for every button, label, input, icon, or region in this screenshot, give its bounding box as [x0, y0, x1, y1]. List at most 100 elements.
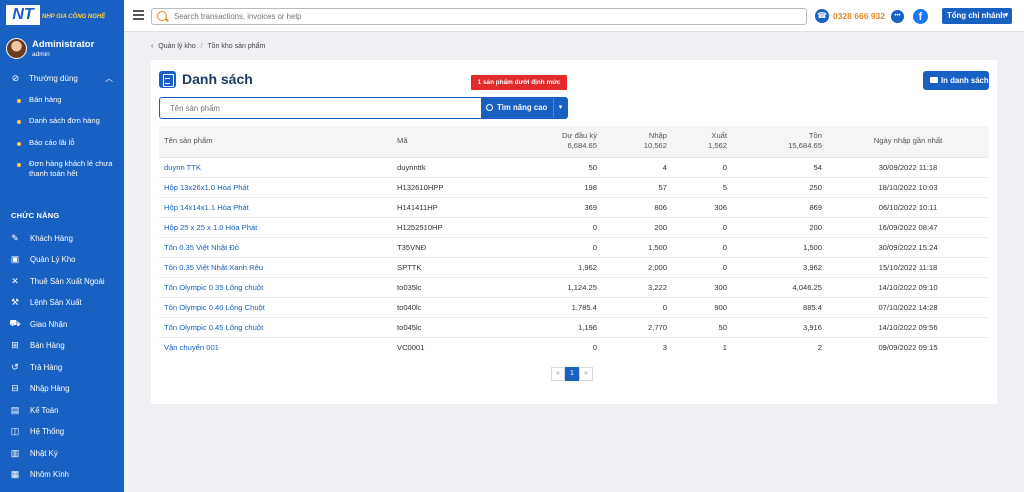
- table-row: duynn TTK duynnttk 50 4 0 54 30/09/2022 11:18: [159, 156, 989, 177]
- table-row: Tôn Olympic 0.40 Lông Chuột to040lc 1,785.…: [159, 296, 989, 317]
- sidebar-item-don-hang-khach-le[interactable]: Đơn hàng khách lẻ chưa thanh toán hết: [0, 159, 124, 179]
- user-profile[interactable]: Administrator admin: [6, 38, 120, 64]
- logo[interactable]: NT NHP GIA CÔNG NGHỆ: [6, 5, 105, 27]
- product-code: to035lc: [392, 276, 512, 297]
- last-import-date: 30/09/2022 15:24: [827, 236, 989, 257]
- chevron-down-icon[interactable]: ▾: [553, 98, 567, 118]
- nav-thue-san-xuat-ngoai[interactable]: ✕ Thuê Sản Xuất Ngoài: [0, 272, 124, 290]
- prev-page-button[interactable]: «: [551, 367, 565, 381]
- user-edit-icon: ✎: [11, 232, 19, 243]
- product-name-link[interactable]: Hộp 25 x 25 x 1.0 Hòa Phát: [159, 216, 392, 237]
- col-name-header[interactable]: Tên sản phẩm: [159, 126, 392, 157]
- pagination: « 1 »: [551, 367, 593, 381]
- hotline-number[interactable]: 0328 666 932: [833, 11, 885, 21]
- truck-icon: ⛟: [9, 318, 21, 328]
- nav-ban-hang[interactable]: ⊞ Bán Hàng: [0, 336, 124, 354]
- last-import-date: 09/09/2022 09:15: [827, 336, 989, 357]
- sidebar-item-bao-cao-lai-lo[interactable]: Báo cáo lãi lỗ: [0, 138, 124, 148]
- col-stock-label: Tồn: [808, 131, 822, 141]
- col-code-header[interactable]: Mã: [392, 126, 512, 157]
- advanced-search-button[interactable]: Tìm nâng cao: [481, 98, 553, 118]
- opening-value: 1,785.4: [512, 296, 602, 317]
- nav-label: Giao Nhận: [30, 319, 68, 329]
- frequent-section-toggle[interactable]: ⊘ Thường dùng ︿: [0, 69, 124, 87]
- table-row: Tôn Olympic 0.35 Lông chuột to035lc 1,124.…: [159, 276, 989, 297]
- nav-nhap-hang[interactable]: ⊟ Nhập Hàng: [0, 379, 124, 397]
- below-minimum-alert[interactable]: 1 sản phẩm dưới định mức: [471, 75, 567, 90]
- table-row: Vận chuyển 001 VC0001 0 3 1 2 09/09/2022 09:15: [159, 336, 989, 357]
- product-name-input[interactable]: [170, 102, 470, 114]
- export-value: 5: [672, 176, 732, 197]
- nav-he-thong[interactable]: ◫ Hệ Thống: [0, 422, 124, 440]
- stock-value: 54: [732, 156, 827, 177]
- chat-icon[interactable]: •••: [891, 10, 904, 23]
- sidebar-item-ban-hang[interactable]: Bán hàng: [0, 95, 124, 105]
- table-row: Tôn 0.35 Việt Nhật Đỏ T35VNĐ 0 1,500 0 1,500 3…: [159, 236, 989, 257]
- product-name-link[interactable]: Tôn Olympic 0.40 Lông Chuột: [159, 296, 392, 317]
- table-row: Hộp 25 x 25 x 1.0 Hòa Phát H1252510HP 0 200…: [159, 216, 989, 237]
- stock-value: 885.4: [732, 296, 827, 317]
- import-value: 2,770: [602, 316, 672, 337]
- col-date-header[interactable]: Ngày nhập gần nhất: [827, 126, 989, 157]
- chevron-up-icon: ︿: [105, 74, 113, 83]
- last-import-date: 06/10/2022 10:11: [827, 196, 989, 217]
- table-row: Tôn 0.35 Việt Nhật Xanh Rêu SPTTK 1,962 2,0…: [159, 256, 989, 277]
- col-import-header[interactable]: Nhập 10,562: [602, 126, 672, 157]
- search-icon: [157, 11, 167, 21]
- nav-tra-hang[interactable]: ↺ Trả Hàng: [0, 358, 124, 376]
- nav-nhom-kinh[interactable]: ▦ Nhôm Kính: [0, 465, 124, 483]
- global-search-input[interactable]: [174, 10, 794, 23]
- stock-value: 2: [732, 336, 827, 357]
- opening-value: 1,124.25: [512, 276, 602, 297]
- col-export-header[interactable]: Xuất 1,562: [672, 126, 732, 157]
- nav-quan-ly-kho[interactable]: ▣ Quản Lý Kho: [0, 250, 124, 268]
- nav-giao-nhan[interactable]: ⛟ Giao Nhận: [0, 315, 124, 333]
- col-stock-header[interactable]: Tồn 15,684.65: [732, 126, 827, 157]
- inventory-card: Danh sách 1 sản phẩm dưới định mức In da…: [151, 60, 997, 404]
- warehouse-icon: ▣: [10, 253, 20, 264]
- nav-ke-toan[interactable]: ▤ Kế Toán: [0, 401, 124, 419]
- last-import-date: 18/10/2022 10:03: [827, 176, 989, 197]
- frequent-section-label: Thường dùng: [29, 73, 78, 83]
- page-1-button[interactable]: 1: [565, 367, 579, 381]
- nav-lenh-san-xuat[interactable]: ⚒ Lệnh Sản Xuất: [0, 293, 124, 311]
- print-list-button[interactable]: In danh sách: [923, 71, 989, 90]
- col-import-label: Nhập: [648, 131, 667, 141]
- product-name-link[interactable]: Hộp 13x26x1.0 Hòa Phát: [159, 176, 392, 197]
- search-icon: [486, 104, 493, 111]
- product-name-link[interactable]: Hộp 14x14x1.1 Hòa Phát: [159, 196, 392, 217]
- product-name-link[interactable]: Tôn Olympic 0.35 Lông chuột: [159, 276, 392, 297]
- col-opening-header[interactable]: Dư đầu kỳ 6,684.65: [512, 126, 602, 157]
- phone-icon[interactable]: ☎: [815, 9, 829, 23]
- product-name-link[interactable]: Vận chuyển 001: [159, 336, 392, 357]
- product-name-link[interactable]: Tôn Olympic 0.45 Lông chuột: [159, 316, 392, 337]
- chevron-left-icon[interactable]: ‹: [151, 43, 153, 50]
- breadcrumb: ‹ Quản lý kho / Tồn kho sản phẩm: [151, 43, 265, 50]
- product-name-link[interactable]: duynn TTK: [159, 156, 392, 177]
- next-page-button[interactable]: »: [579, 367, 593, 381]
- breadcrumb-current: Tồn kho sản phẩm: [207, 43, 266, 50]
- nav-label: Bán Hàng: [30, 340, 65, 350]
- col-opening-total: 6,684.65: [567, 141, 597, 151]
- product-name-link[interactable]: Tôn 0.35 Việt Nhật Xanh Rêu: [159, 256, 392, 277]
- user-role: admin: [32, 51, 50, 58]
- col-opening-label: Dư đầu kỳ: [561, 131, 597, 141]
- product-name-link[interactable]: Tôn 0.35 Việt Nhật Đỏ: [159, 236, 392, 257]
- product-code: H141411HP: [392, 196, 512, 217]
- nav-nhat-ky[interactable]: ▥ Nhật Ký: [0, 444, 124, 462]
- global-search[interactable]: [151, 8, 807, 25]
- table-row: Tôn Olympic 0.45 Lông chuột to045lc 1,196 2…: [159, 316, 989, 337]
- nav-khach-hang[interactable]: ✎ Khách Hàng: [0, 229, 124, 247]
- product-code: to040lc: [392, 296, 512, 317]
- sidebar-item-danh-sach-don-hang[interactable]: Danh sách đơn hàng: [0, 116, 124, 126]
- opening-value: 0: [512, 236, 602, 257]
- product-code: VC0001: [392, 336, 512, 357]
- topbar: ☎ 0328 666 932 ••• f Tổng chi nhánh ▾: [124, 0, 1024, 32]
- opening-value: 0: [512, 336, 602, 357]
- menu-icon[interactable]: [133, 10, 144, 20]
- product-code: duynnttk: [392, 156, 512, 177]
- branch-selector[interactable]: Tổng chi nhánh ▾: [942, 8, 1012, 24]
- breadcrumb-parent[interactable]: Quản lý kho: [158, 43, 195, 50]
- last-import-date: 14/10/2022 09:56: [827, 316, 989, 337]
- facebook-icon[interactable]: f: [913, 9, 928, 24]
